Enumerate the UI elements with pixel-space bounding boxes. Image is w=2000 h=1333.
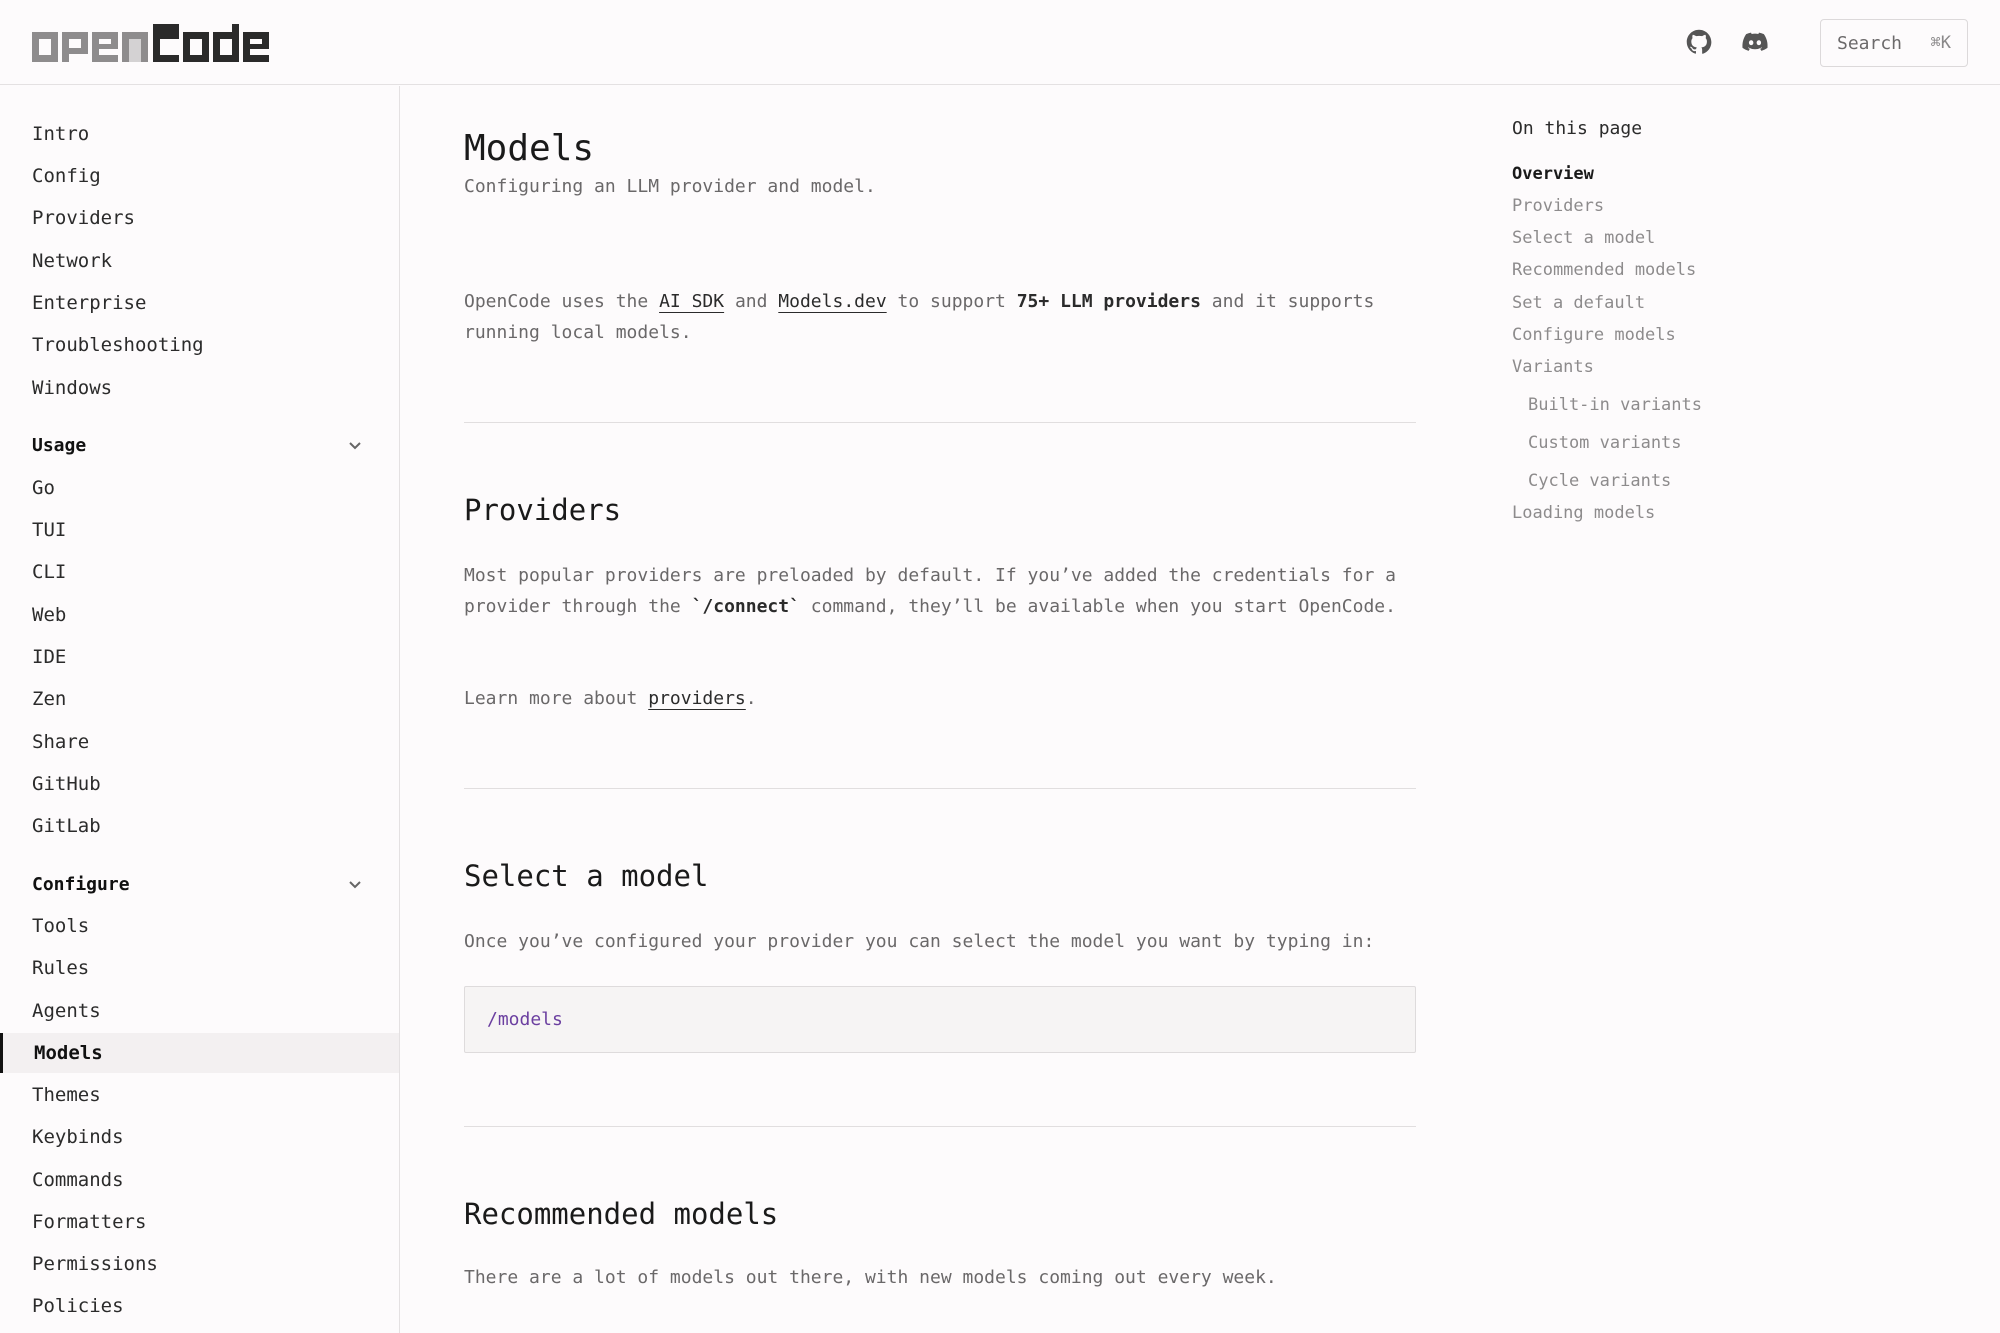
opencode-logo[interactable] [32, 24, 270, 64]
sidebar-item-troubleshooting[interactable]: Troubleshooting [0, 325, 399, 365]
models-dev-link[interactable]: Models.dev [778, 291, 886, 312]
toc-item-select-a-model[interactable]: Select a model [1512, 228, 1655, 248]
sidebar-item-network[interactable]: Network [0, 241, 399, 281]
select-model-paragraph: Once you’ve configured your provider you… [464, 931, 1375, 952]
providers-link[interactable]: providers [648, 688, 746, 709]
sidebar-nav: Intro Config Providers Network Enterpris… [0, 86, 400, 1333]
sidebar-item-go[interactable]: Go [0, 468, 399, 508]
ai-sdk-link[interactable]: AI SDK [659, 291, 724, 312]
sidebar-item-providers[interactable]: Providers [0, 198, 399, 238]
top-header: Search ⌘K [0, 0, 2000, 85]
github-icon[interactable] [1685, 28, 1713, 56]
connect-command: `/connect` [691, 596, 800, 617]
toc-item-variants[interactable]: Variants [1512, 357, 1594, 377]
toc-item-configure-models[interactable]: Configure models [1512, 325, 1676, 345]
toc-item-loading-models[interactable]: Loading models [1512, 503, 1655, 523]
main-content: Models Configuring an LLM provider and m… [464, 86, 1416, 1333]
search-shortcut: ⌘K [1930, 33, 1951, 53]
sidebar-item-github[interactable]: GitHub [0, 764, 399, 804]
section-divider [464, 422, 1416, 423]
sidebar-item-tui[interactable]: TUI [0, 510, 399, 550]
toc-item-providers[interactable]: Providers [1512, 196, 1604, 216]
recommended-models-heading: Recommended models [464, 1197, 779, 1231]
sidebar-item-config[interactable]: Config [0, 156, 399, 196]
code-block[interactable]: /models [464, 986, 1416, 1053]
sidebar-item-intro[interactable]: Intro [0, 114, 399, 154]
sidebar-item-commands[interactable]: Commands [0, 1160, 399, 1200]
toc-item-recommended-models[interactable]: Recommended models [1512, 260, 1696, 280]
recommended-paragraph: There are a lot of models out there, wit… [464, 1267, 1277, 1288]
providers-heading: Providers [464, 493, 622, 527]
search-label: Search [1837, 32, 1903, 54]
toc-item-cycle-variants[interactable]: Cycle variants [1528, 471, 1671, 491]
sidebar-item-rules[interactable]: Rules [0, 948, 399, 988]
sidebar-item-models[interactable]: Models [0, 1033, 399, 1073]
discord-icon[interactable] [1741, 28, 1769, 56]
select-model-heading: Select a model [464, 859, 709, 893]
sidebar-item-tools[interactable]: Tools [0, 906, 399, 946]
search-button[interactable]: Search ⌘K [1820, 19, 1968, 67]
sidebar-item-enterprise[interactable]: Enterprise [0, 283, 399, 323]
sidebar-item-zen[interactable]: Zen [0, 679, 399, 719]
chevron-down-icon [347, 437, 363, 453]
sidebar-item-web[interactable]: Web [0, 595, 399, 635]
sidebar-item-policies[interactable]: Policies [0, 1286, 399, 1326]
sidebar-item-windows[interactable]: Windows [0, 368, 399, 408]
toc-item-built-in-variants[interactable]: Built-in variants [1528, 395, 1702, 415]
page-subtitle: Configuring an LLM provider and model. [464, 176, 876, 197]
providers-paragraph: Most popular providers are preloaded by … [464, 565, 1396, 617]
section-divider [464, 1126, 1416, 1127]
providers-learn-more: Learn more about providers. [464, 688, 757, 709]
sidebar-item-agents[interactable]: Agents [0, 991, 399, 1031]
chevron-down-icon [347, 876, 363, 892]
sidebar-item-ide[interactable]: IDE [0, 637, 399, 677]
sidebar-item-formatters[interactable]: Formatters [0, 1202, 399, 1242]
toc-title: On this page [1512, 118, 1643, 139]
code-text: /models [487, 1009, 563, 1030]
sidebar-item-cli[interactable]: CLI [0, 552, 399, 592]
table-of-contents: On this page Overview Providers Select a… [1512, 86, 1932, 686]
page-title: Models [464, 128, 595, 169]
toc-item-overview[interactable]: Overview [1512, 164, 1594, 184]
sidebar-item-gitlab[interactable]: GitLab [0, 806, 399, 846]
toc-item-custom-variants[interactable]: Custom variants [1528, 433, 1682, 453]
sidebar-group-configure[interactable]: Configure [0, 864, 399, 904]
sidebar-item-themes[interactable]: Themes [0, 1075, 399, 1115]
sidebar-item-share[interactable]: Share [0, 722, 399, 762]
toc-item-set-a-default[interactable]: Set a default [1512, 293, 1645, 313]
sidebar-group-usage[interactable]: Usage [0, 425, 399, 465]
sidebar-item-keybinds[interactable]: Keybinds [0, 1117, 399, 1157]
intro-paragraph: OpenCode uses the AI SDK and Models.dev … [464, 291, 1375, 343]
sidebar-item-permissions[interactable]: Permissions [0, 1244, 399, 1284]
section-divider [464, 788, 1416, 789]
